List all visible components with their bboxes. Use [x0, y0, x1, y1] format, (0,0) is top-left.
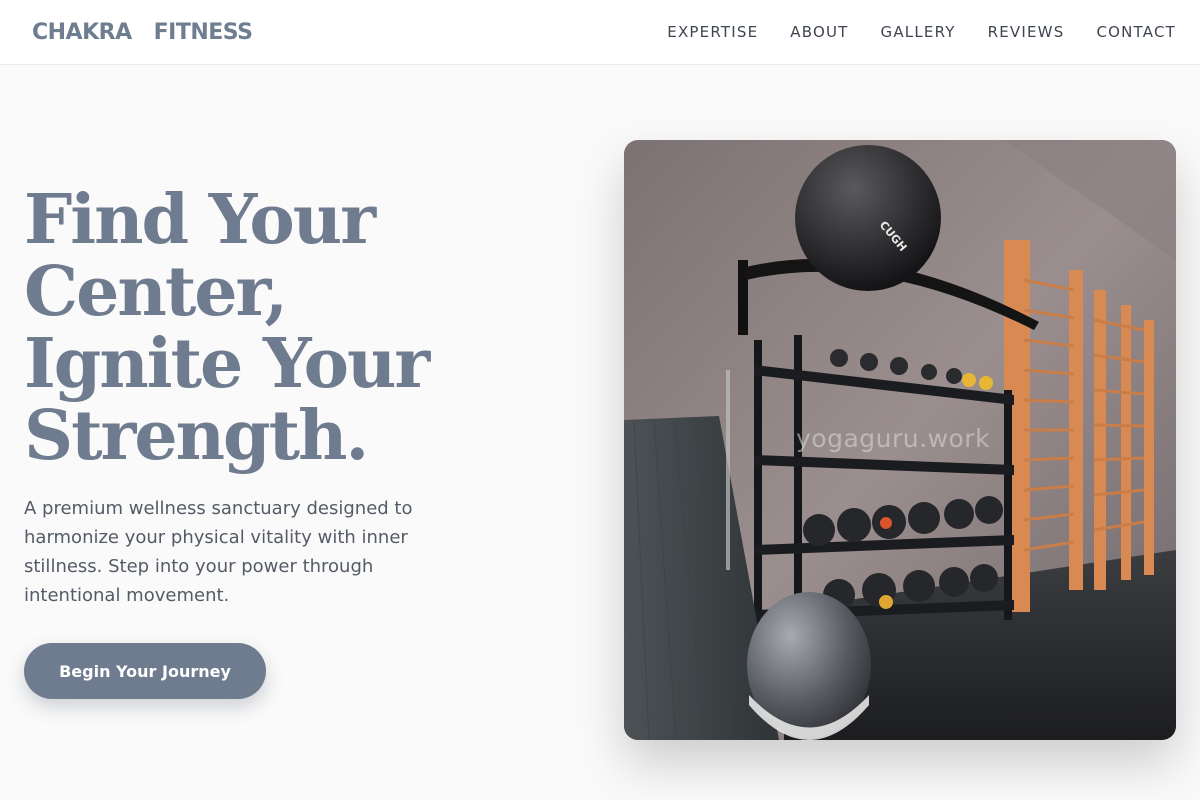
nav-link-about[interactable]: ABOUT [790, 23, 848, 41]
hero-title-line: Ignite Your [24, 324, 430, 404]
hero-title-line: Center, [24, 252, 288, 332]
hero-title-line: Strength. [24, 396, 369, 476]
nav-link-expertise[interactable]: EXPERTISE [667, 23, 758, 41]
nav-link-gallery[interactable]: GALLERY [881, 23, 956, 41]
image-watermark: yogaguru.work [796, 424, 991, 453]
begin-journey-button[interactable]: Begin Your Journey [24, 643, 266, 699]
site-header: CHAKRA FITNESS EXPERTISE ABOUT GALLERY R… [0, 0, 1200, 65]
nav-link-reviews[interactable]: REVIEWS [988, 23, 1065, 41]
hero-title-line: Find Your [24, 180, 376, 260]
brand-logo-part-1: CHAKRA [32, 19, 132, 45]
exercise-ball [795, 145, 941, 291]
hero-gym-photo: CUGH yogaguru.work [624, 140, 1176, 740]
main-nav: EXPERTISE ABOUT GALLERY REVIEWS CONTACT [667, 23, 1176, 41]
nav-link-contact[interactable]: CONTACT [1096, 23, 1176, 41]
hero-title: Find Your Center, Ignite Your Strength. [24, 184, 584, 472]
barbell-bar [726, 370, 730, 570]
brand-logo[interactable]: CHAKRA FITNESS [32, 19, 253, 45]
hero-description: A premium wellness sanctuary designed to… [24, 498, 413, 606]
brand-logo-part-2: FITNESS [153, 19, 253, 45]
